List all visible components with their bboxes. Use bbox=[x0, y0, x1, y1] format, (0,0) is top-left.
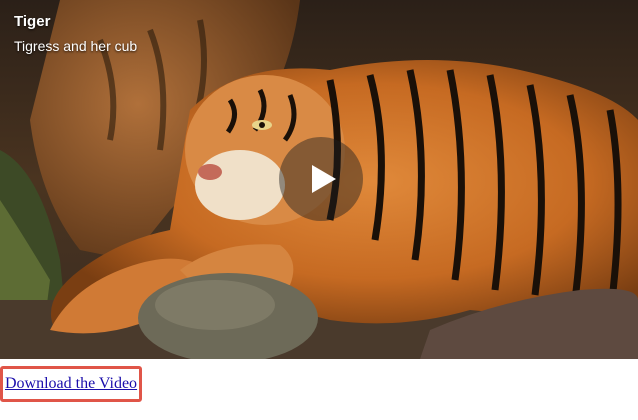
download-video-link[interactable]: Download the Video bbox=[5, 375, 137, 393]
video-title: Tiger bbox=[14, 13, 51, 30]
play-button[interactable] bbox=[279, 137, 363, 221]
video-subtitle: Tigress and her cub bbox=[14, 38, 138, 54]
play-icon bbox=[312, 165, 336, 193]
download-highlight: Download the Video bbox=[0, 366, 142, 402]
page: Tiger Tigress and her cub Download the V… bbox=[0, 0, 638, 420]
video-player[interactable]: Tiger Tigress and her cub bbox=[0, 0, 638, 359]
